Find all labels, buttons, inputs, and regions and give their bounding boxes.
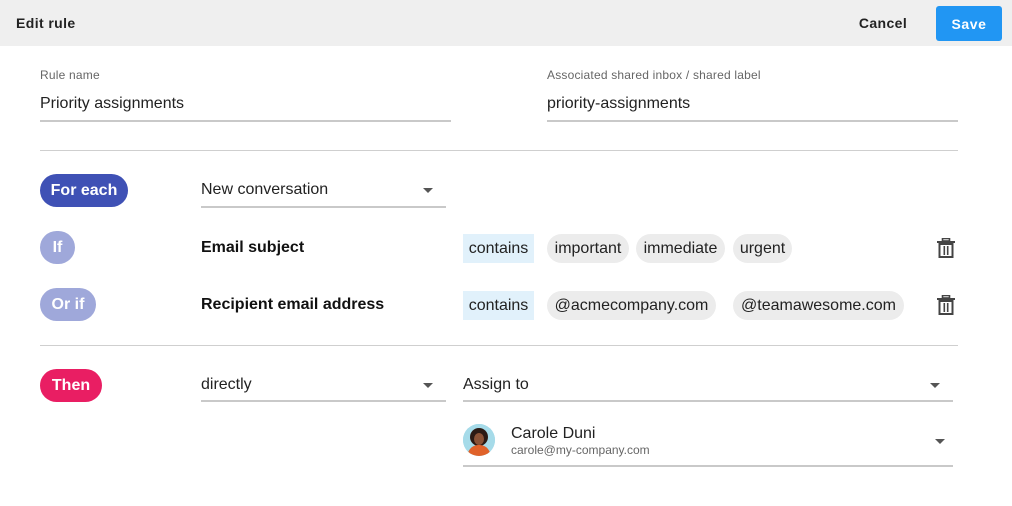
chevron-down-icon[interactable] xyxy=(935,439,945,444)
then-pill: Then xyxy=(40,369,102,402)
value-chip[interactable]: @teamawesome.com xyxy=(733,291,904,320)
value-chip[interactable]: urgent xyxy=(733,234,792,263)
or-if-pill: Or if xyxy=(40,288,96,321)
shared-inbox-input[interactable]: priority-assignments xyxy=(547,95,690,113)
section-divider xyxy=(40,150,958,151)
action-select-underline xyxy=(463,400,953,402)
rule-name-underline xyxy=(40,120,451,122)
operator-chip[interactable]: contains xyxy=(463,234,534,263)
chevron-down-icon[interactable] xyxy=(930,383,940,388)
trash-icon[interactable] xyxy=(937,295,955,315)
chevron-down-icon[interactable] xyxy=(423,188,433,193)
assignee-name[interactable]: Carole Duni xyxy=(511,425,595,443)
trash-icon[interactable] xyxy=(937,238,955,258)
shared-inbox-underline xyxy=(547,120,958,122)
operator-chip[interactable]: contains xyxy=(463,291,534,320)
section-divider xyxy=(40,345,958,346)
shared-inbox-label: Associated shared inbox / shared label xyxy=(547,68,761,82)
rule-name-input[interactable]: Priority assignments xyxy=(40,95,184,113)
trigger-select[interactable]: New conversation xyxy=(201,181,328,199)
assignee-email: carole@my-company.com xyxy=(511,443,650,457)
trigger-select-underline xyxy=(201,206,446,208)
assignee-select-underline xyxy=(463,465,953,467)
condition-field[interactable]: Recipient email address xyxy=(201,296,384,314)
value-chip[interactable]: immediate xyxy=(636,234,725,263)
page-title: Edit rule xyxy=(16,15,76,31)
assign-mode-select[interactable]: directly xyxy=(201,376,252,394)
chevron-down-icon[interactable] xyxy=(423,383,433,388)
for-each-pill: For each xyxy=(40,174,128,207)
cancel-button[interactable]: Cancel xyxy=(848,8,918,38)
value-chip[interactable]: @acmecompany.com xyxy=(547,291,716,320)
top-bar: Edit rule Cancel Save xyxy=(0,0,1012,46)
rule-name-label: Rule name xyxy=(40,68,100,82)
action-select[interactable]: Assign to xyxy=(463,376,529,394)
avatar xyxy=(463,424,495,456)
save-button[interactable]: Save xyxy=(936,6,1002,41)
if-pill: If xyxy=(40,231,75,264)
condition-field[interactable]: Email subject xyxy=(201,239,304,257)
value-chip[interactable]: important xyxy=(547,234,629,263)
assign-mode-underline xyxy=(201,400,446,402)
